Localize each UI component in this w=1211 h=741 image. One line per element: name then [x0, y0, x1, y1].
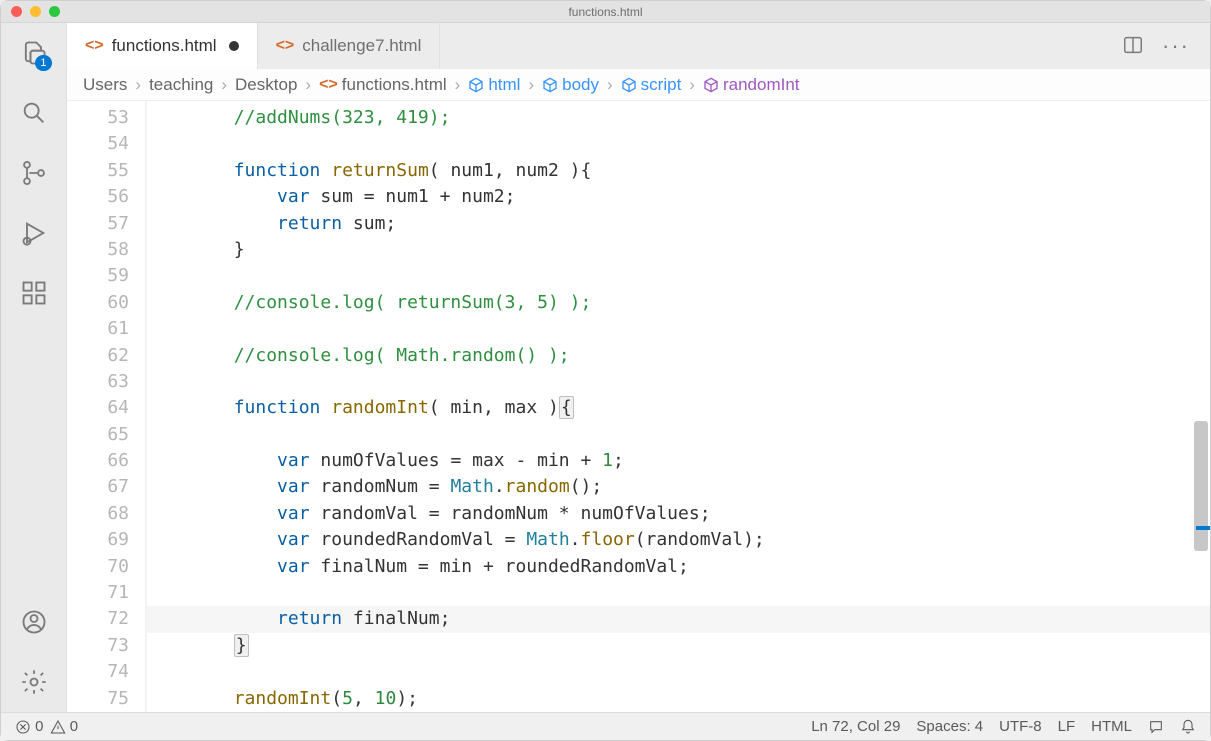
line-number: 74	[67, 659, 129, 685]
code-line[interactable]: var numOfValues = max - min + 1;	[147, 448, 1210, 474]
breadcrumb[interactable]: Users› teaching› Desktop› <> functions.h…	[67, 69, 1210, 101]
settings-gear-icon[interactable]	[18, 666, 50, 698]
line-number: 62	[67, 343, 129, 369]
breadcrumb-part[interactable]: teaching	[149, 75, 213, 95]
code-line[interactable]: //console.log( Math.random() );	[147, 343, 1210, 369]
warnings-count: 0	[70, 718, 78, 735]
language-mode[interactable]: HTML	[1091, 718, 1132, 735]
code-line[interactable]	[147, 580, 1210, 606]
indentation[interactable]: Spaces: 4	[916, 718, 983, 735]
code-line[interactable]: var randomNum = Math.random();	[147, 474, 1210, 500]
notifications-bell-icon[interactable]	[1180, 718, 1196, 735]
status-bar: 0 0 Ln 72, Col 29 Spaces: 4 UTF-8 LF HTM…	[1, 712, 1210, 740]
accounts-icon[interactable]	[18, 606, 50, 638]
code-content[interactable]: //addNums(323, 419); function returnSum(…	[147, 101, 1210, 712]
line-number: 57	[67, 211, 129, 237]
scrollbar-thumb[interactable]	[1194, 421, 1208, 551]
split-editor-icon[interactable]	[1122, 34, 1144, 59]
line-number: 69	[67, 527, 129, 553]
code-line[interactable]	[147, 131, 1210, 157]
code-line[interactable]: }	[147, 237, 1210, 263]
line-number: 75	[67, 686, 129, 712]
line-number: 59	[67, 263, 129, 289]
explorer-badge: 1	[35, 55, 51, 71]
line-number: 70	[67, 554, 129, 580]
errors-item[interactable]: 0	[15, 718, 44, 735]
html-file-icon: <>	[319, 76, 338, 94]
line-number: 54	[67, 131, 129, 157]
code-line[interactable]: function randomInt( min, max ){	[147, 395, 1210, 421]
tab-functions-html[interactable]: <> functions.html	[67, 23, 258, 69]
eol[interactable]: LF	[1058, 718, 1076, 735]
cursor-position[interactable]: Ln 72, Col 29	[811, 718, 900, 735]
line-number: 65	[67, 422, 129, 448]
dirty-indicator-icon	[229, 41, 239, 51]
html-file-icon: <>	[276, 37, 295, 55]
line-number: 73	[67, 633, 129, 659]
line-number: 60	[67, 290, 129, 316]
code-line[interactable]: function returnSum( num1, num2 ){	[147, 158, 1210, 184]
breadcrumb-symbol[interactable]: script	[621, 75, 682, 95]
line-number: 56	[67, 184, 129, 210]
line-number: 72	[67, 606, 129, 632]
source-control-icon[interactable]	[18, 157, 50, 189]
extensions-icon[interactable]	[18, 277, 50, 309]
code-line[interactable]: //addNums(323, 419);	[147, 105, 1210, 131]
errors-count: 0	[35, 718, 43, 735]
line-number: 64	[67, 395, 129, 421]
code-line[interactable]: var randomVal = randomNum * numOfValues;	[147, 501, 1210, 527]
overview-ruler-mark	[1196, 526, 1210, 530]
code-line[interactable]: var roundedRandomVal = Math.floor(random…	[147, 527, 1210, 553]
activity-bar: 1	[1, 23, 67, 712]
titlebar: functions.html	[1, 1, 1210, 23]
breadcrumb-part[interactable]: Users	[83, 75, 127, 95]
tab-bar: <> functions.html <> challenge7.html ···	[67, 23, 1210, 69]
close-window-icon[interactable]	[11, 6, 22, 17]
window-controls[interactable]	[11, 6, 60, 17]
line-number-gutter: 5354555657585960616263646566676869707172…	[67, 101, 147, 712]
code-line[interactable]: //console.log( returnSum(3, 5) );	[147, 290, 1210, 316]
tab-label: challenge7.html	[302, 36, 421, 56]
code-line[interactable]: return sum;	[147, 211, 1210, 237]
code-line[interactable]: randomInt(5, 10);	[147, 686, 1210, 712]
code-line[interactable]: var sum = num1 + num2;	[147, 184, 1210, 210]
line-number: 71	[67, 580, 129, 606]
tab-label: functions.html	[112, 36, 217, 56]
breadcrumb-symbol[interactable]: randomInt	[703, 75, 800, 95]
line-number: 53	[67, 105, 129, 131]
html-file-icon: <>	[85, 37, 104, 55]
explorer-icon[interactable]: 1	[18, 37, 50, 69]
breadcrumb-symbol[interactable]: html	[468, 75, 520, 95]
editor-group: <> functions.html <> challenge7.html ···…	[67, 23, 1210, 712]
warnings-item[interactable]: 0	[50, 718, 79, 735]
line-number: 55	[67, 158, 129, 184]
more-actions-icon[interactable]: ···	[1162, 33, 1190, 59]
minimize-window-icon[interactable]	[30, 6, 41, 17]
code-editor[interactable]: 5354555657585960616263646566676869707172…	[67, 101, 1210, 712]
window-title: functions.html	[1, 5, 1210, 19]
line-number: 66	[67, 448, 129, 474]
line-number: 61	[67, 316, 129, 342]
code-line[interactable]	[147, 316, 1210, 342]
tab-challenge7-html[interactable]: <> challenge7.html	[258, 23, 441, 69]
line-number: 67	[67, 474, 129, 500]
code-line[interactable]: var finalNum = min + roundedRandomVal;	[147, 554, 1210, 580]
code-line[interactable]	[147, 369, 1210, 395]
run-debug-icon[interactable]	[18, 217, 50, 249]
feedback-icon[interactable]	[1148, 718, 1164, 735]
breadcrumb-file[interactable]: functions.html	[342, 75, 447, 95]
code-line[interactable]	[147, 659, 1210, 685]
encoding[interactable]: UTF-8	[999, 718, 1042, 735]
line-number: 58	[67, 237, 129, 263]
code-line[interactable]: return finalNum;	[147, 606, 1210, 632]
breadcrumb-symbol[interactable]: body	[542, 75, 599, 95]
search-icon[interactable]	[18, 97, 50, 129]
breadcrumb-part[interactable]: Desktop	[235, 75, 297, 95]
line-number: 63	[67, 369, 129, 395]
code-line[interactable]	[147, 422, 1210, 448]
line-number: 68	[67, 501, 129, 527]
code-line[interactable]: }	[147, 633, 1210, 659]
code-line[interactable]	[147, 263, 1210, 289]
maximize-window-icon[interactable]	[49, 6, 60, 17]
